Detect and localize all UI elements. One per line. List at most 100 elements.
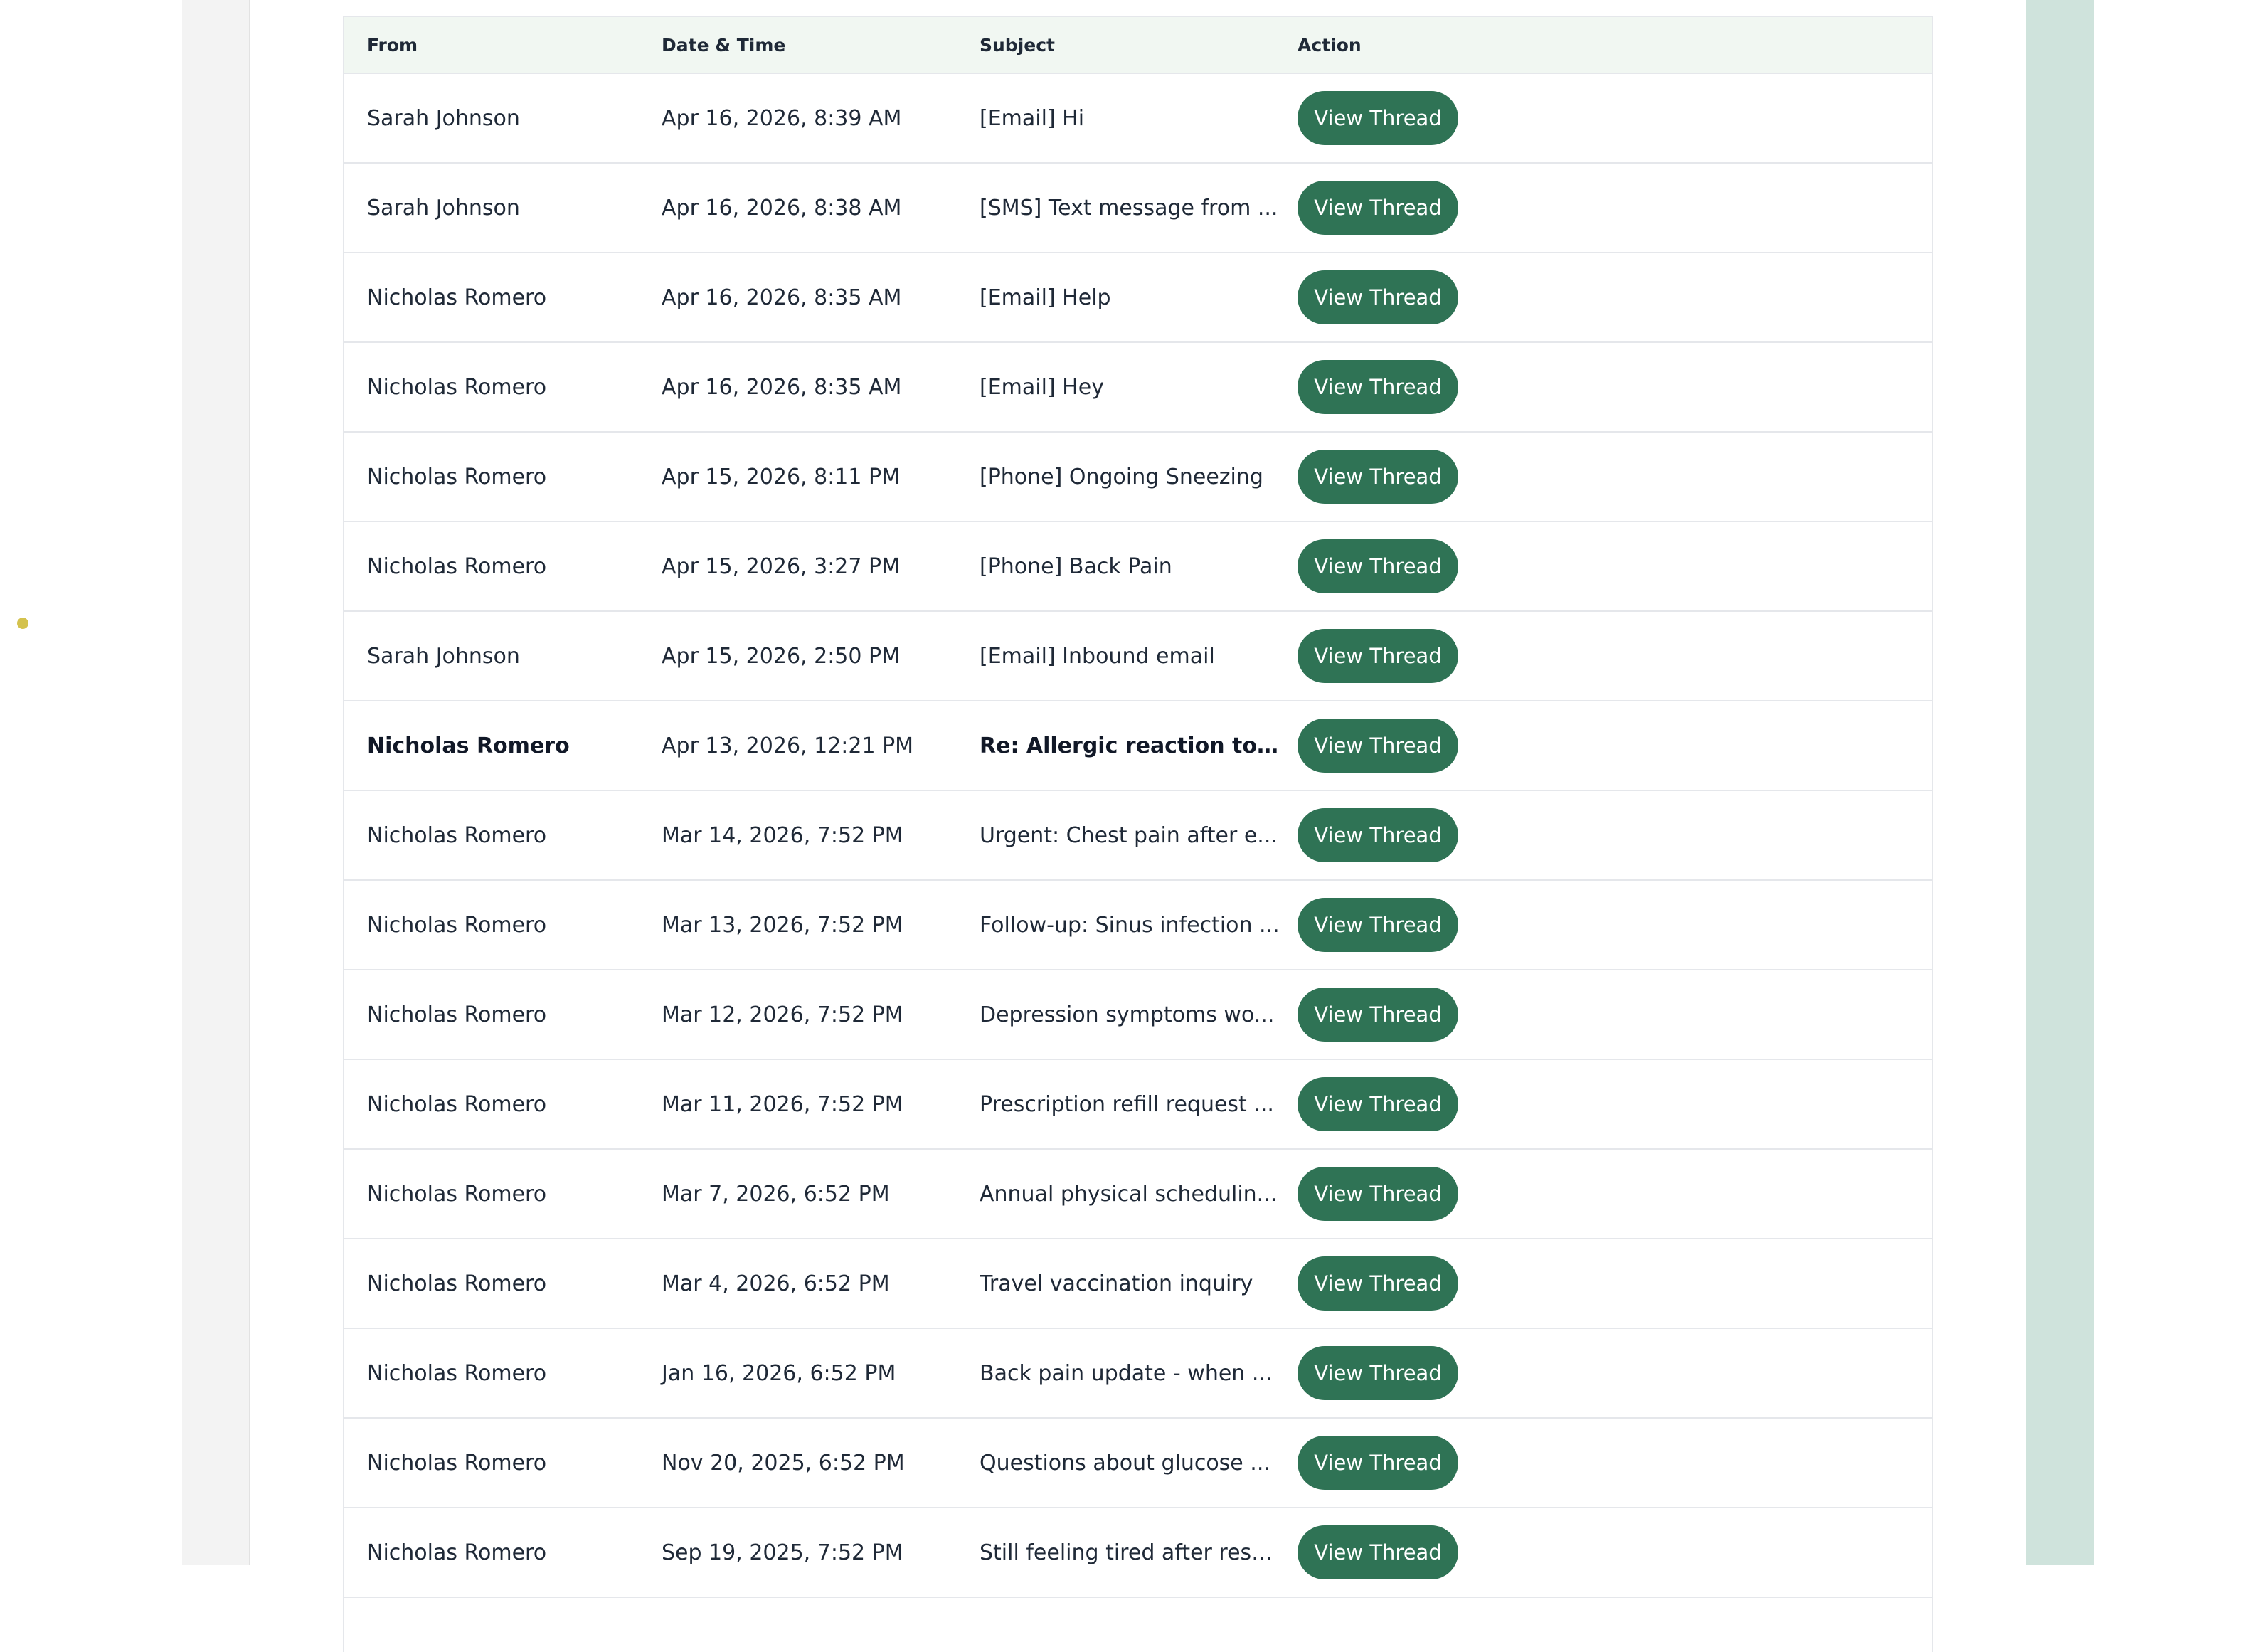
date-time-cell: Apr 15, 2026, 3:27 PM xyxy=(662,554,900,579)
table-row: Nicholas Romero Nov 20, 2025, 6:52 PM Ques… xyxy=(344,1419,1932,1508)
date-time-cell: Apr 13, 2026, 12:21 PM xyxy=(662,733,914,758)
table-row: Nicholas Romero Mar 11, 2026, 7:52 PM Pres… xyxy=(344,1060,1932,1150)
date-time-cell: Apr 16, 2026, 8:35 AM xyxy=(662,285,902,310)
header-date-time: Date & Time xyxy=(662,34,786,55)
date-time-cell: Mar 7, 2026, 6:52 PM xyxy=(662,1181,890,1207)
table-row: Nicholas Romero Sep 19, 2025, 7:52 PM Stil… xyxy=(344,1508,1932,1598)
table-row: Nicholas Romero Apr 13, 2026, 12:21 PM Re:… xyxy=(344,701,1932,791)
table-row: Nicholas Romero Apr 15, 2026, 3:27 PM [Pho… xyxy=(344,522,1932,612)
subject-cell: Travel vaccination inquiry xyxy=(980,1271,1253,1296)
subject-cell: Depression symptoms wo... xyxy=(980,1002,1275,1027)
table-row: Nicholas Romero Mar 13, 2026, 7:52 PM Foll… xyxy=(344,881,1932,970)
view-thread-button[interactable]: View Thread xyxy=(1298,539,1458,593)
action-cell: View Thread xyxy=(1298,1346,1932,1400)
view-thread-button[interactable]: View Thread xyxy=(1298,1256,1458,1311)
date-time-cell: Nov 20, 2025, 6:52 PM xyxy=(662,1450,905,1476)
view-thread-button[interactable]: View Thread xyxy=(1298,91,1458,145)
subject-cell: Follow-up: Sinus infection ... xyxy=(980,912,1280,938)
action-cell: View Thread xyxy=(1298,808,1932,862)
from-cell: Nicholas Romero xyxy=(367,464,547,489)
date-time-cell: Apr 16, 2026, 8:35 AM xyxy=(662,374,902,400)
view-thread-button[interactable]: View Thread xyxy=(1298,181,1458,235)
from-cell: Nicholas Romero xyxy=(367,912,547,938)
subject-cell: Still feeling tired after resp... xyxy=(980,1540,1285,1565)
from-cell: Nicholas Romero xyxy=(367,1091,547,1117)
table-row: Nicholas Romero Mar 7, 2026, 6:52 PM Annua… xyxy=(344,1150,1932,1239)
action-cell: View Thread xyxy=(1298,360,1932,414)
table-row: Sarah Johnson Apr 16, 2026, 8:39 AM [Email… xyxy=(344,74,1932,164)
view-thread-button[interactable]: View Thread xyxy=(1298,1167,1458,1221)
action-cell: View Thread xyxy=(1298,270,1932,324)
action-cell: View Thread xyxy=(1298,719,1932,773)
subject-cell: [Email] Hi xyxy=(980,105,1085,131)
from-cell: Nicholas Romero xyxy=(367,285,547,310)
subject-cell: [Phone] Back Pain xyxy=(980,554,1172,579)
header-subject: Subject xyxy=(980,34,1055,55)
from-cell: Sarah Johnson xyxy=(367,643,520,669)
view-thread-button[interactable]: View Thread xyxy=(1298,1346,1458,1400)
subject-cell: [Email] Inbound email xyxy=(980,643,1215,669)
from-cell: Nicholas Romero xyxy=(367,822,547,848)
view-thread-button[interactable]: View Thread xyxy=(1298,1525,1458,1579)
action-cell: View Thread xyxy=(1298,91,1932,145)
action-cell: View Thread xyxy=(1298,898,1932,952)
date-time-cell: Mar 14, 2026, 7:52 PM xyxy=(662,822,903,848)
action-cell: View Thread xyxy=(1298,1167,1932,1221)
table-row: Nicholas Romero Apr 16, 2026, 8:35 AM [Ema… xyxy=(344,343,1932,433)
from-cell: Nicholas Romero xyxy=(367,1271,547,1296)
table-body: Sarah Johnson Apr 16, 2026, 8:39 AM [Email… xyxy=(344,74,1932,1598)
date-time-cell: Apr 16, 2026, 8:38 AM xyxy=(662,195,902,221)
action-cell: View Thread xyxy=(1298,1525,1932,1579)
table-row: Nicholas Romero Apr 15, 2026, 8:11 PM [Pho… xyxy=(344,433,1932,522)
subject-cell: [Phone] Ongoing Sneezing xyxy=(980,464,1263,489)
action-cell: View Thread xyxy=(1298,181,1932,235)
view-thread-button[interactable]: View Thread xyxy=(1298,719,1458,773)
subject-cell: [Email] Help xyxy=(980,285,1111,310)
action-cell: View Thread xyxy=(1298,629,1932,683)
date-time-cell: Sep 19, 2025, 7:52 PM xyxy=(662,1540,903,1565)
table-row: Nicholas Romero Mar 12, 2026, 7:52 PM Depr… xyxy=(344,970,1932,1060)
view-thread-button[interactable]: View Thread xyxy=(1298,360,1458,414)
messages-table: From Date & Time Subject Action Sarah Jo… xyxy=(343,16,1933,1652)
header-from: From xyxy=(367,34,418,55)
subject-cell: Back pain update - when ... xyxy=(980,1360,1273,1386)
status-indicator-dot xyxy=(17,618,28,629)
from-cell: Sarah Johnson xyxy=(367,105,520,131)
subject-cell: [Email] Hey xyxy=(980,374,1104,400)
table-row: Sarah Johnson Apr 16, 2026, 8:38 AM [SMS] … xyxy=(344,164,1932,253)
left-margin xyxy=(0,0,182,1565)
date-time-cell: Mar 12, 2026, 7:52 PM xyxy=(662,1002,903,1027)
action-cell: View Thread xyxy=(1298,988,1932,1042)
view-thread-button[interactable]: View Thread xyxy=(1298,1077,1458,1131)
action-cell: View Thread xyxy=(1298,539,1932,593)
view-thread-button[interactable]: View Thread xyxy=(1298,270,1458,324)
subject-cell: Re: Allergic reaction to ne... xyxy=(980,733,1298,758)
subject-cell: Questions about glucose ... xyxy=(980,1450,1270,1476)
view-thread-button[interactable]: View Thread xyxy=(1298,808,1458,862)
from-cell: Nicholas Romero xyxy=(367,1360,547,1386)
date-time-cell: Mar 4, 2026, 6:52 PM xyxy=(662,1271,890,1296)
action-cell: View Thread xyxy=(1298,1436,1932,1490)
table-row: Nicholas Romero Mar 4, 2026, 6:52 PM Trave… xyxy=(344,1239,1932,1329)
view-thread-button[interactable]: View Thread xyxy=(1298,450,1458,504)
date-time-cell: Apr 15, 2026, 2:50 PM xyxy=(662,643,900,669)
table-row: Nicholas Romero Jan 16, 2026, 6:52 PM Back… xyxy=(344,1329,1932,1419)
from-cell: Nicholas Romero xyxy=(367,1450,547,1476)
table-row: Nicholas Romero Mar 14, 2026, 7:52 PM Urge… xyxy=(344,791,1932,881)
action-cell: View Thread xyxy=(1298,1077,1932,1131)
from-cell: Nicholas Romero xyxy=(367,733,570,758)
view-thread-button[interactable]: View Thread xyxy=(1298,988,1458,1042)
from-cell: Nicholas Romero xyxy=(367,1002,547,1027)
date-time-cell: Apr 15, 2026, 8:11 PM xyxy=(662,464,900,489)
view-thread-button[interactable]: View Thread xyxy=(1298,898,1458,952)
view-thread-button[interactable]: View Thread xyxy=(1298,1436,1458,1490)
header-action: Action xyxy=(1298,34,1362,55)
subject-cell: Prescription refill request ... xyxy=(980,1091,1274,1117)
table-row: Sarah Johnson Apr 15, 2026, 2:50 PM [Email… xyxy=(344,612,1932,701)
right-panel-edge xyxy=(2026,0,2094,1565)
from-cell: Sarah Johnson xyxy=(367,195,520,221)
view-thread-button[interactable]: View Thread xyxy=(1298,629,1458,683)
table-row: Nicholas Romero Apr 16, 2026, 8:35 AM [Ema… xyxy=(344,253,1932,343)
from-cell: Nicholas Romero xyxy=(367,1181,547,1207)
date-time-cell: Mar 11, 2026, 7:52 PM xyxy=(662,1091,903,1117)
